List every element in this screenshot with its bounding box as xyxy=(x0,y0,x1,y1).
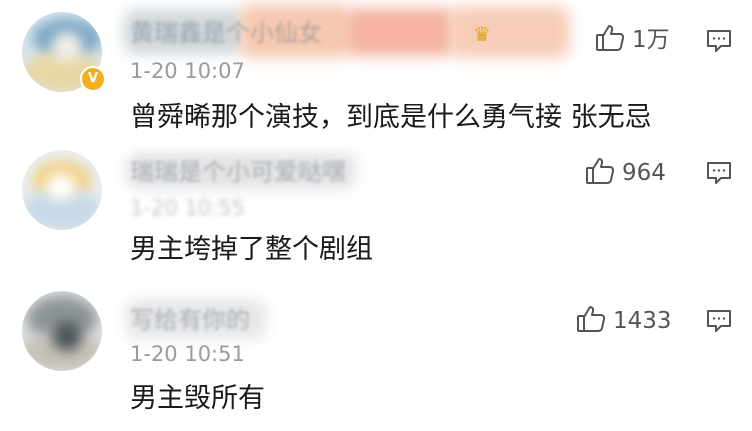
comment-icon xyxy=(705,310,733,339)
comment-item: 瑞瑞是个小可爱哒嘿 1-20 10:55 964 男主垮掉了整个剧组 xyxy=(0,145,752,283)
like-count: 1万 xyxy=(632,27,670,53)
username[interactable]: 黄瑞鑫是个小仙女 xyxy=(124,4,570,58)
like-button[interactable]: 1433 xyxy=(575,304,672,338)
user-avatar[interactable] xyxy=(22,291,102,371)
like-count: 1433 xyxy=(613,308,672,334)
username[interactable]: 写给有你的 xyxy=(126,299,266,339)
comment-text: 男主垮掉了整个剧组 xyxy=(130,234,373,265)
username[interactable]: 瑞瑞是个小可爱哒嘿 xyxy=(126,153,356,189)
comment-timestamp: 1-20 10:55 xyxy=(130,196,245,220)
comment-icon xyxy=(705,162,733,191)
like-count: 964 xyxy=(622,160,666,186)
thumbs-up-icon xyxy=(575,303,607,339)
like-button[interactable]: 1万 xyxy=(594,23,670,57)
verified-badge-icon: V xyxy=(80,66,106,92)
comment-text: 男主毁所有 xyxy=(130,383,265,414)
comment-icon xyxy=(705,30,733,59)
reply-button[interactable] xyxy=(705,159,733,187)
like-button[interactable]: 964 xyxy=(584,156,666,190)
user-avatar[interactable] xyxy=(22,150,102,230)
comment-item: 写给有你的 1-20 10:51 1433 男主毁所有 xyxy=(0,283,752,431)
crown-icon: ♛ xyxy=(473,22,491,46)
reply-button[interactable] xyxy=(705,307,733,335)
thumbs-up-icon xyxy=(584,155,616,191)
comment-timestamp: 1-20 10:51 xyxy=(130,342,245,366)
reply-button[interactable] xyxy=(705,27,733,55)
thumbs-up-icon xyxy=(594,22,626,58)
comment-timestamp: 1-20 10:07 xyxy=(130,59,245,83)
comment-text: 曾舜晞那个演技，到底是什么勇气接 张无忌 xyxy=(130,102,652,133)
comment-item: V 黄瑞鑫是个小仙女 ♛ 1-20 10:07 1万 曾舜晞那个演技，到底是什么… xyxy=(0,0,752,145)
